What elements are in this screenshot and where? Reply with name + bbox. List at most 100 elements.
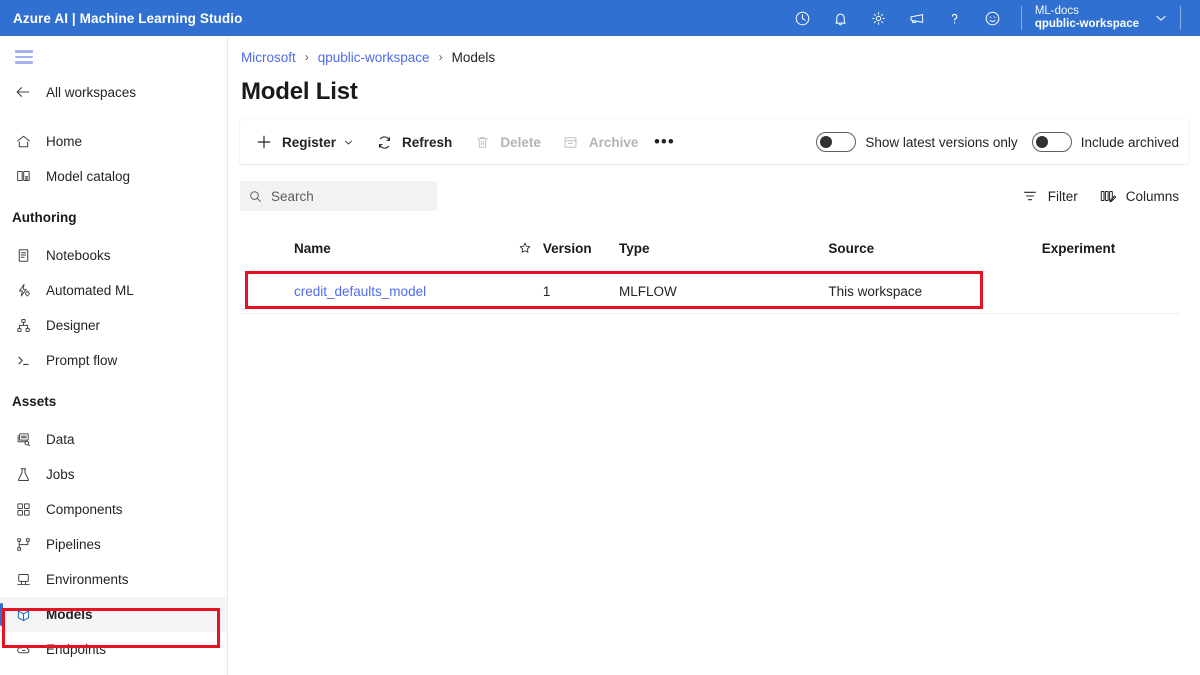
filter-label: Filter (1048, 189, 1078, 204)
sidebar-item-components[interactable]: Components (0, 492, 227, 527)
more-commands-icon[interactable]: ••• (648, 124, 680, 160)
favorite-star-icon[interactable] (507, 241, 543, 255)
model-name-link[interactable]: credit_defaults_model (294, 284, 426, 299)
workspace-selector[interactable]: ML-docs qpublic-workspace (1031, 0, 1171, 36)
gear-icon[interactable] (860, 0, 898, 36)
delete-label: Delete (500, 135, 541, 150)
question-icon[interactable] (936, 0, 974, 36)
sidebar-item-notebooks[interactable]: Notebooks (0, 238, 227, 273)
show-latest-versions-label: Show latest versions only (865, 135, 1017, 150)
filter-button[interactable]: Filter (1010, 181, 1088, 211)
include-archived-toggle[interactable]: Include archived (1032, 132, 1179, 152)
sidebar-item-label: Model catalog (46, 169, 130, 184)
top-header: Azure AI | Machine Learning Studio (0, 0, 1200, 36)
environments-icon (12, 570, 34, 590)
column-header-name[interactable]: Name (240, 241, 507, 256)
column-header-type[interactable]: Type (619, 241, 828, 256)
sidebar-item-model-catalog[interactable]: Model catalog (0, 159, 227, 194)
smiley-icon[interactable] (974, 0, 1012, 36)
archive-icon (561, 132, 581, 152)
model-type: MLFLOW (619, 284, 828, 299)
sidebar-item-data[interactable]: Data (0, 422, 227, 457)
data-icon (12, 430, 34, 450)
columns-icon (1098, 187, 1118, 205)
sidebar-item-prompt-flow[interactable]: Prompt flow (0, 343, 227, 378)
page-title: Model List (229, 78, 1200, 106)
sidebar-item-all-workspaces[interactable]: All workspaces (0, 74, 227, 110)
refresh-label: Refresh (402, 135, 452, 150)
history-icon[interactable] (784, 0, 822, 36)
main-content: Microsoft › qpublic-workspace › Models M… (229, 36, 1200, 675)
workspace-name: qpublic-workspace (1035, 18, 1139, 31)
register-button[interactable]: Register (244, 124, 364, 160)
sidebar-item-label: Designer (46, 318, 100, 333)
command-bar: Register Refresh (240, 120, 1189, 164)
show-latest-versions-toggle[interactable]: Show latest versions only (816, 132, 1017, 152)
jobs-icon (12, 465, 34, 485)
sidebar-item-label: Endpoints (46, 642, 106, 657)
toggle-track[interactable] (1032, 132, 1072, 152)
sidebar-item-designer[interactable]: Designer (0, 308, 227, 343)
column-header-version[interactable]: Version (543, 241, 619, 256)
sidebar-item-environments[interactable]: Environments (0, 562, 227, 597)
home-icon (12, 132, 34, 152)
list-view-controls: Filter Columns (1010, 181, 1189, 211)
toggle-track[interactable] (816, 132, 856, 152)
sidebar-item-automated-ml[interactable]: Automated ML (0, 273, 227, 308)
command-bar-toggles: Show latest versions only Include archiv… (802, 132, 1185, 152)
sidebar-item-endpoints[interactable]: Endpoints (0, 632, 227, 667)
models-cube-icon (12, 605, 34, 625)
sidebar-item-pipelines[interactable]: Pipelines (0, 527, 227, 562)
columns-label: Columns (1126, 189, 1179, 204)
search-input[interactable]: Search (240, 181, 437, 211)
column-header-source[interactable]: Source (828, 241, 1041, 256)
sidebar-section-assets: Assets (0, 388, 227, 414)
chevron-down-icon[interactable] (1153, 10, 1169, 26)
delete-button: Delete (462, 124, 551, 160)
columns-button[interactable]: Columns (1088, 181, 1189, 211)
refresh-icon (374, 132, 394, 152)
header-divider-left (1021, 6, 1022, 30)
endpoints-icon (12, 640, 34, 660)
header-divider-right (1180, 6, 1181, 30)
sidebar-item-label: All workspaces (46, 85, 136, 100)
list-controls: Search Filter (240, 180, 1189, 212)
sidebar-item-jobs[interactable]: Jobs (0, 457, 227, 492)
archive-label: Archive (589, 135, 639, 150)
include-archived-label: Include archived (1081, 135, 1179, 150)
automated-ml-icon (12, 281, 34, 301)
breadcrumb: Microsoft › qpublic-workspace › Models (229, 42, 1200, 72)
register-label: Register (282, 135, 336, 150)
arrow-left-icon (12, 82, 34, 102)
sidebar-section-authoring: Authoring (0, 204, 227, 230)
breadcrumb-separator: › (305, 50, 309, 64)
search-icon (248, 189, 263, 204)
sidebar-item-label: Components (46, 502, 123, 517)
menu-icon[interactable] (0, 40, 48, 74)
sidebar-item-label: Jobs (46, 467, 75, 482)
search-placeholder: Search (271, 189, 314, 204)
plus-icon (254, 132, 274, 152)
column-header-experiment[interactable]: Experiment (1042, 241, 1180, 256)
header-actions: ML-docs qpublic-workspace (784, 0, 1200, 36)
sidebar-item-models[interactable]: Models (0, 597, 227, 632)
model-catalog-icon (12, 167, 34, 187)
breadcrumb-item-workspace[interactable]: qpublic-workspace (318, 50, 430, 65)
bell-icon[interactable] (822, 0, 860, 36)
sidebar-item-label: Environments (46, 572, 129, 587)
table-row[interactable]: credit_defaults_model 1 MLFLOW This work… (240, 270, 1180, 314)
prompt-flow-icon (12, 351, 34, 371)
breadcrumb-item-microsoft[interactable]: Microsoft (241, 50, 296, 65)
refresh-button[interactable]: Refresh (364, 124, 462, 160)
sidebar-item-label: Data (46, 432, 75, 447)
sidebar-item-home[interactable]: Home (0, 124, 227, 159)
chevron-down-icon[interactable] (343, 137, 354, 148)
megaphone-icon[interactable] (898, 0, 936, 36)
filter-icon (1020, 187, 1040, 205)
sidebar-item-label: Prompt flow (46, 353, 117, 368)
sidebar-item-label: Automated ML (46, 283, 134, 298)
models-table: Name Version Type Source Experiment cred… (240, 226, 1180, 314)
toggle-knob (820, 136, 832, 148)
toggle-knob (1036, 136, 1048, 148)
sidebar-item-label: Models (46, 607, 93, 622)
